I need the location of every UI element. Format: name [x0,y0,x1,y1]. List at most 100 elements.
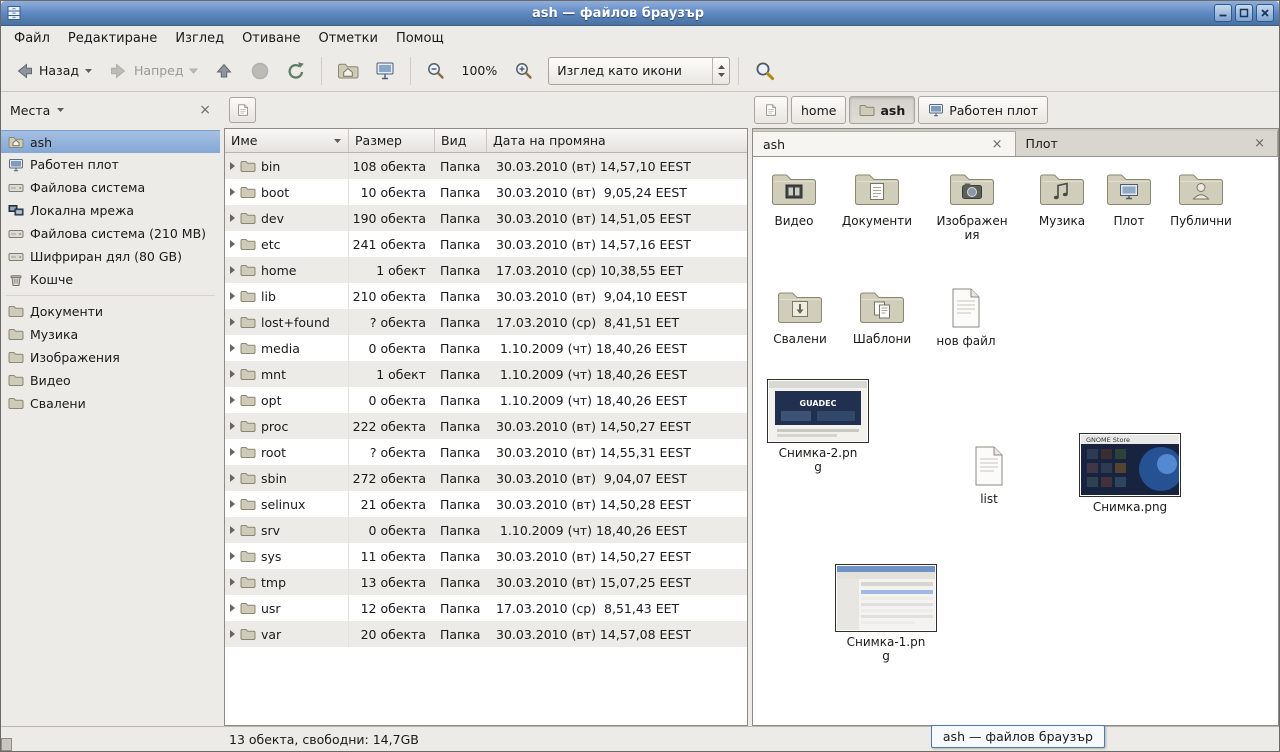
up-button[interactable] [207,55,241,87]
sidebar-item-encrypted-80[interactable]: Шифриран дял (80 GB) [1,245,220,268]
sidebar-item-filesystem[interactable]: Файлова система [1,176,220,199]
expander-icon[interactable] [230,474,235,482]
tab-close-icon[interactable]: × [1252,136,1267,151]
back-button[interactable]: Назад [7,55,100,87]
table-row-tmp[interactable]: tmp13 обектаПапка30.03.2010 (вт) 15,07,2… [225,569,747,595]
table-row-home[interactable]: home1 обектПапка17.03.2010 (ср) 10,38,55… [225,257,747,283]
expander-icon[interactable] [230,552,235,560]
sidebar-item-downloads[interactable]: Свалени [1,392,220,415]
table-row-sys[interactable]: sys11 обектаПапка30.03.2010 (вт) 14,50,2… [225,543,747,569]
file-item-downloads[interactable]: Свалени [760,289,840,346]
file-item-desktop[interactable]: Плот [1089,171,1169,228]
sidebar-item-documents[interactable]: Документи [1,300,220,323]
forward-button[interactable]: Напред [102,55,205,87]
expander-icon[interactable] [230,266,235,274]
sidebar-item-pictures[interactable]: Изображения [1,346,220,369]
file-item-list-file[interactable]: list [949,445,1029,506]
list-pane-root-button[interactable] [229,97,256,123]
tab-desktop[interactable]: Плот× [1016,131,1279,156]
table-row-selinux[interactable]: selinux21 обектаПапка30.03.2010 (вт) 14,… [225,491,747,517]
menu-view[interactable]: Изглед [166,28,233,49]
tab-ash[interactable]: ash× [753,131,1016,156]
expander-icon[interactable] [230,162,235,170]
menu-bookmarks[interactable]: Отметки [309,28,386,49]
tab-close-icon[interactable]: × [990,137,1005,152]
expander-icon[interactable] [230,344,235,352]
computer-button[interactable] [368,55,402,87]
table-row-etc[interactable]: etc241 обектаПапка30.03.2010 (вт) 14,57,… [225,231,747,257]
path-button-root[interactable] [754,96,788,124]
minimize-button[interactable] [1214,4,1232,22]
expander-icon[interactable] [230,318,235,326]
menu-file[interactable]: Файл [5,28,59,49]
expander-icon[interactable] [230,422,235,430]
table-row-mnt[interactable]: mnt1 обектПапка 1.10.2009 (чт) 18,40,26 … [225,361,747,387]
sidebar-item-videos[interactable]: Видео [1,369,220,392]
file-item-documents[interactable]: Документи [837,171,917,228]
home-button[interactable] [330,55,366,87]
zoom-in-button[interactable] [507,55,540,87]
column-header-type[interactable]: Вид [435,129,487,152]
expander-icon[interactable] [230,240,235,248]
expander-icon[interactable] [230,500,235,508]
sidebar-item-home[interactable]: ash [1,130,220,153]
file-item-snimka-2[interactable]: GUADECСнимка-2.png [766,379,870,474]
menu-go[interactable]: Отиване [233,28,309,49]
file-item-videos[interactable]: Видео [754,171,834,228]
file-item-new-file[interactable]: нов файл [926,287,1006,348]
expander-icon[interactable] [230,292,235,300]
path-button-ash[interactable]: ash [849,96,915,124]
column-header-date[interactable]: Дата на промяна [487,129,747,152]
close-button[interactable] [1256,4,1274,22]
column-header-size[interactable]: Размер [349,129,435,152]
file-item-pictures[interactable]: Изображения [932,171,1012,242]
file-item-snimka-1[interactable]: Снимка-1.png [834,564,938,663]
menu-edit[interactable]: Редактиране [59,28,166,49]
table-row-dev[interactable]: dev190 обектаПапка30.03.2010 (вт) 14,51,… [225,205,747,231]
path-button-desktop[interactable]: Работен плот [918,96,1048,124]
expander-icon[interactable] [230,396,235,404]
expander-icon[interactable] [230,188,235,196]
sidebar-item-network[interactable]: Локална мрежа [1,199,220,222]
sidebar-item-desktop[interactable]: Работен плот [1,153,220,176]
table-row-bin[interactable]: bin108 обектаПапка30.03.2010 (вт) 14,57,… [225,153,747,179]
table-row-lib[interactable]: lib210 обектаПапка30.03.2010 (вт) 9,04,1… [225,283,747,309]
expander-icon[interactable] [230,214,235,222]
view-mode-combo[interactable]: Изглед като икони [548,57,730,85]
sidebar-close-button[interactable]: × [199,102,211,118]
titlebar[interactable]: ash — файлов браузър [1,1,1279,26]
taskbar-window-button[interactable]: ash — файлов браузър [931,725,1105,748]
path-button-home[interactable]: home [791,96,846,124]
zoom-out-button[interactable] [419,55,452,87]
table-row-sbin[interactable]: sbin272 обектаПапка30.03.2010 (вт) 9,04,… [225,465,747,491]
expander-icon[interactable] [230,526,235,534]
maximize-button[interactable] [1235,4,1253,22]
stop-button[interactable] [243,55,277,87]
expander-icon[interactable] [230,630,235,638]
table-row-lost+found[interactable]: lost+found? обектаПапка17.03.2010 (ср) 8… [225,309,747,335]
back-dropdown-icon[interactable] [84,68,93,74]
reload-button[interactable] [279,55,313,87]
search-button[interactable] [747,55,783,87]
table-row-opt[interactable]: opt0 обектаПапка 1.10.2009 (чт) 18,40,26… [225,387,747,413]
expander-icon[interactable] [230,604,235,612]
table-row-proc[interactable]: proc222 обектаПапка30.03.2010 (вт) 14,50… [225,413,747,439]
file-item-public[interactable]: Публични [1161,171,1241,228]
combo-spinner[interactable] [712,58,729,84]
table-row-root[interactable]: root? обектаПапка30.03.2010 (вт) 14,55,3… [225,439,747,465]
expander-icon[interactable] [230,370,235,378]
places-dropdown-icon[interactable] [56,107,65,113]
file-item-snimka[interactable]: GNOME StoreСнимка.png [1078,433,1182,514]
table-row-srv[interactable]: srv0 обектаПапка 1.10.2009 (чт) 18,40,26… [225,517,747,543]
menu-help[interactable]: Помощ [387,28,453,49]
table-row-usr[interactable]: usr12 обектаПапка17.03.2010 (ср) 8,51,43… [225,595,747,621]
sidebar-item-trash[interactable]: Кошче [1,268,220,291]
sidebar-item-volume-210[interactable]: Файлова система (210 MB) [1,222,220,245]
column-header-name[interactable]: Име [225,129,349,152]
icon-view[interactable]: ВидеоДокументиИзображенияМузикаПлотПубли… [753,157,1278,725]
table-row-var[interactable]: var20 обектаПапка30.03.2010 (вт) 14,57,0… [225,621,747,647]
file-item-templates[interactable]: Шаблони [842,289,922,346]
expander-icon[interactable] [230,448,235,456]
table-row-boot[interactable]: boot10 обектаПапка30.03.2010 (вт) 9,05,2… [225,179,747,205]
expander-icon[interactable] [230,578,235,586]
